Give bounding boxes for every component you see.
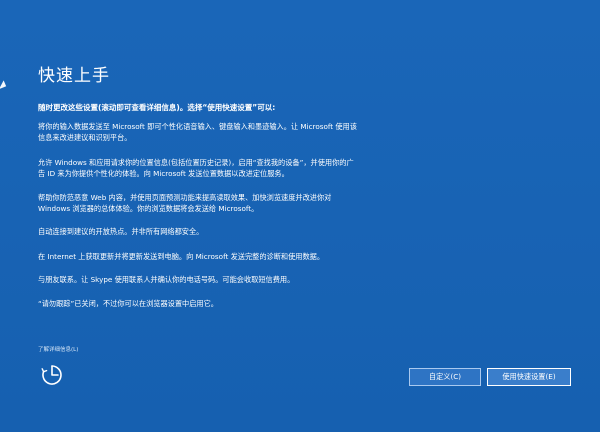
paragraph-skype-contacts: 与朋友联系。让 Skype 使用联系人并确认你的电话号码。可能会收取短信费用。 [38, 275, 295, 284]
oobe-express-settings-screen: 快速上手 随时更改这些设置(滚动即可查看详细信息)。选择“使用快速设置”可以: … [0, 0, 600, 432]
paragraph-browser-protection: 帮助你防范恶意 Web 内容，并使用页面预测功能来提高读取效果、加快浏览速度并改… [38, 193, 332, 213]
paragraph-location: 允许 Windows 和应用请求你的位置信息(包括位置历史记录)，启用“查找我的… [38, 158, 354, 178]
ease-of-access-icon[interactable] [40, 363, 64, 387]
use-express-settings-button[interactable]: 使用快速设置(E) [487, 368, 571, 386]
customize-button[interactable]: 自定义(C) [409, 368, 481, 386]
paragraph-do-not-track: “请勿跟踪”已关闭，不过你可以在浏览器设置中启用它。 [38, 299, 218, 308]
paragraph-updates-diagnostics: 在 Internet 上获取更新并将更新发送到电脑。向 Microsoft 发送… [38, 252, 325, 261]
mouse-cursor-icon [0, 80, 9, 92]
paragraph-input-personalization: 将你的输入数据发送至 Microsoft 即可个性化语音输入、键盘输入和墨迹输入… [38, 122, 357, 142]
learn-more-link[interactable]: 了解详细信息(L) [38, 345, 78, 353]
page-subtitle: 随时更改这些设置(滚动即可查看详细信息)。选择“使用快速设置”可以: [38, 103, 276, 112]
page-title: 快速上手 [38, 66, 110, 86]
paragraph-hotspots: 自动连接到建议的开放热点。并非所有网络都安全。 [38, 227, 204, 236]
